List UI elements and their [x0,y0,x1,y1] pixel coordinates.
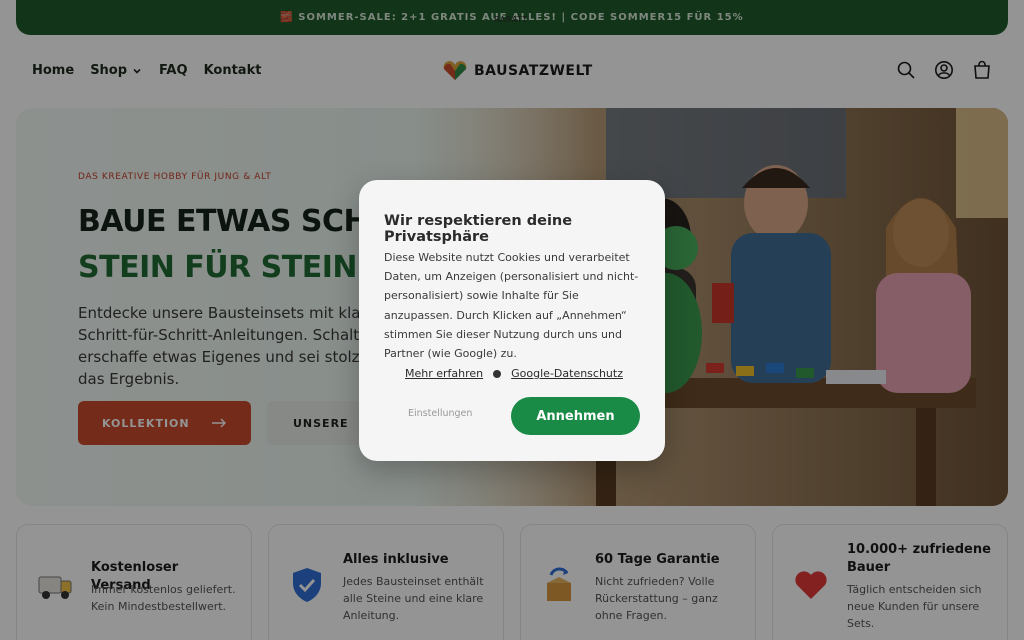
cookie-consent-dialog: Wir respektieren deine Privatsphäre Dies… [359,180,665,461]
settings-button[interactable]: Einstellungen [408,408,472,419]
cookie-title: Wir respektieren deine Privatsphäre [384,213,573,245]
cookie-text: Diese Website nutzt Cookies und verarbei… [384,251,639,361]
learn-more-link[interactable]: Mehr erfahren [405,367,483,380]
cookie-links: Mehr erfahren Google-Datenschutz [405,367,623,380]
separator-dot [493,369,502,378]
accept-button[interactable]: Annehmen [511,397,640,435]
google-privacy-link[interactable]: Google-Datenschutz [511,367,623,380]
